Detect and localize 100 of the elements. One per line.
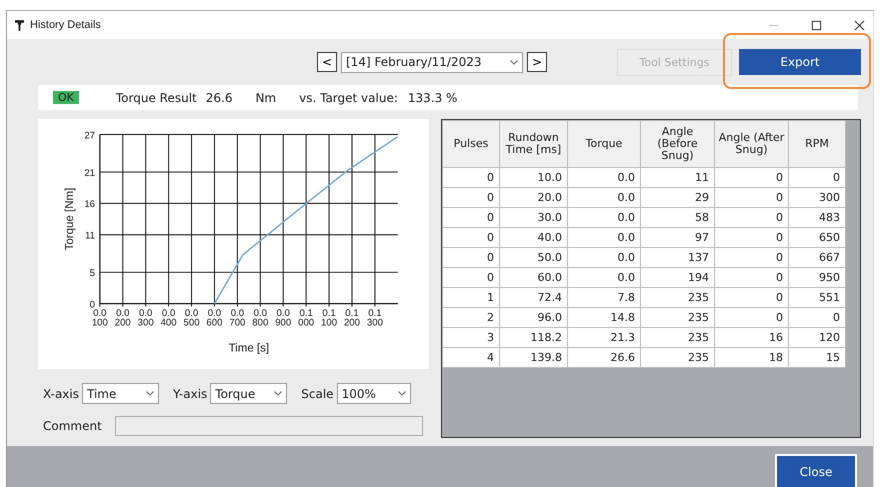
target-value: 133.3 % <box>408 90 458 104</box>
table-cell: 15 <box>788 348 846 368</box>
table-cell: 0.0 <box>568 168 640 188</box>
table-cell: 30.0 <box>500 208 568 228</box>
column-header[interactable]: Pulses <box>442 120 500 168</box>
status-badge: OK <box>53 91 79 104</box>
axis-dropdown[interactable]: Time <box>82 383 159 404</box>
table-cell: 235 <box>640 348 714 368</box>
previous-button[interactable]: < <box>317 52 337 72</box>
maximize-icon[interactable] <box>811 20 822 30</box>
x-tick-label: 0.0 200 <box>114 308 131 329</box>
table-cell: 40.0 <box>500 228 568 248</box>
table-cell: 120 <box>788 328 846 348</box>
table-cell: 0 <box>442 208 500 228</box>
table-cell: 29 <box>640 188 714 208</box>
table-cell: 3 <box>442 328 500 348</box>
unit-label: Nm <box>255 90 276 104</box>
table-cell: 0 <box>714 248 788 268</box>
record-dropdown[interactable]: [14] February/11/2023 <box>341 52 523 72</box>
chevron-icon <box>146 391 154 396</box>
column-header[interactable]: Rundown Time [ms] <box>500 120 568 168</box>
x-tick-label: 0.0 600 <box>206 308 222 329</box>
table-cell: 0.0 <box>568 228 640 248</box>
y-tick-label: 21 <box>84 168 96 179</box>
table-cell: 50.0 <box>500 248 568 268</box>
table-cell: 0 <box>714 228 788 248</box>
x-tick-label: 0.0 100 <box>92 308 108 329</box>
column-header[interactable]: Torque <box>568 120 640 168</box>
comment-label: Comment <box>43 419 102 433</box>
table-cell: 10.0 <box>500 168 568 188</box>
axis-label: Y-axis <box>173 386 208 400</box>
table-cell: 551 <box>788 288 846 308</box>
table-cell: 950 <box>788 268 846 288</box>
tool-icon <box>15 20 24 30</box>
column-header[interactable]: RPM <box>788 120 846 168</box>
table-cell: 72.4 <box>500 288 568 308</box>
table-cell: 0 <box>714 308 788 328</box>
column-header[interactable]: Angle (Before Snug) <box>640 120 714 168</box>
table-cell: 11 <box>640 168 714 188</box>
table-cell: 1 <box>442 288 500 308</box>
table-cell: 0 <box>714 168 788 188</box>
x-tick-label: 0.0 800 <box>252 308 268 329</box>
x-tick-label: 0.0 900 <box>275 308 292 329</box>
table-cell: 16 <box>714 328 788 348</box>
y-tick-label: 16 <box>84 199 96 210</box>
torque-result-label: Torque Result <box>116 90 197 104</box>
chevron-icon <box>510 60 518 64</box>
window-title: History Details <box>30 19 101 31</box>
table-cell: 0.0 <box>568 268 640 288</box>
torque-value: 26.6 <box>206 90 232 104</box>
x-axis-title: Time [s] <box>228 342 270 355</box>
y-axis-title: Torque [Nm] <box>64 188 76 250</box>
table-cell: 137 <box>640 248 714 268</box>
table-cell: 0.0 <box>568 248 640 268</box>
table-cell: 0 <box>442 268 500 288</box>
table-cell: 96.0 <box>500 308 568 328</box>
x-tick-label: 0.0 400 <box>160 308 177 329</box>
table-cell: 14.8 <box>568 308 640 328</box>
axis-dropdown[interactable]: Torque <box>210 383 288 404</box>
chevron-icon <box>274 391 282 396</box>
y-tick-label: 0 <box>90 299 96 310</box>
table-cell: 7.8 <box>568 288 640 308</box>
table-cell: 21.3 <box>568 328 640 348</box>
x-tick-label: 0.0 700 <box>229 308 246 329</box>
table-cell: 0 <box>714 288 788 308</box>
y-tick-label: 5 <box>90 268 96 280</box>
table-cell: 235 <box>640 328 714 348</box>
table-cell: 2 <box>442 308 500 328</box>
x-tick-label: 0.0 500 <box>184 308 200 329</box>
axis-label: Scale <box>301 386 334 400</box>
table-cell: 0 <box>788 168 846 188</box>
table-cell: 194 <box>640 268 714 288</box>
close-icon[interactable] <box>854 20 865 30</box>
y-tick-label: 11 <box>85 230 96 242</box>
y-tick-label: 27 <box>84 130 96 142</box>
table-cell: 0 <box>442 188 500 208</box>
table-cell: 0.0 <box>568 208 640 228</box>
table-cell: 18 <box>714 348 788 368</box>
x-tick-label: 0.0 300 <box>138 308 154 329</box>
axis-label: X-axis <box>43 386 79 400</box>
table-cell: 58 <box>640 208 714 228</box>
chevron-icon <box>398 391 406 396</box>
table-cell: 20.0 <box>500 188 568 208</box>
x-tick-label: 0.1 000 <box>298 308 314 329</box>
column-header[interactable]: Angle (After Snug) <box>714 120 788 168</box>
table-cell: 235 <box>640 308 714 328</box>
table-cell: 0 <box>714 268 788 288</box>
axis-dropdown[interactable]: 100% <box>336 383 411 404</box>
table-cell: 97 <box>640 228 714 248</box>
x-tick-label: 0.1 200 <box>344 308 360 329</box>
export-button[interactable]: Export <box>739 49 861 75</box>
table-cell: 4 <box>442 348 500 368</box>
table-cell: 0 <box>788 308 846 328</box>
next-button[interactable]: > <box>527 52 547 72</box>
table-cell: 667 <box>788 248 846 268</box>
x-tick-label: 0.1 300 <box>366 308 383 329</box>
table-cell: 26.6 <box>568 348 640 368</box>
table-cell: 60.0 <box>500 268 568 288</box>
close-button[interactable]: Close <box>775 454 857 487</box>
table-cell: 118.2 <box>500 328 568 348</box>
